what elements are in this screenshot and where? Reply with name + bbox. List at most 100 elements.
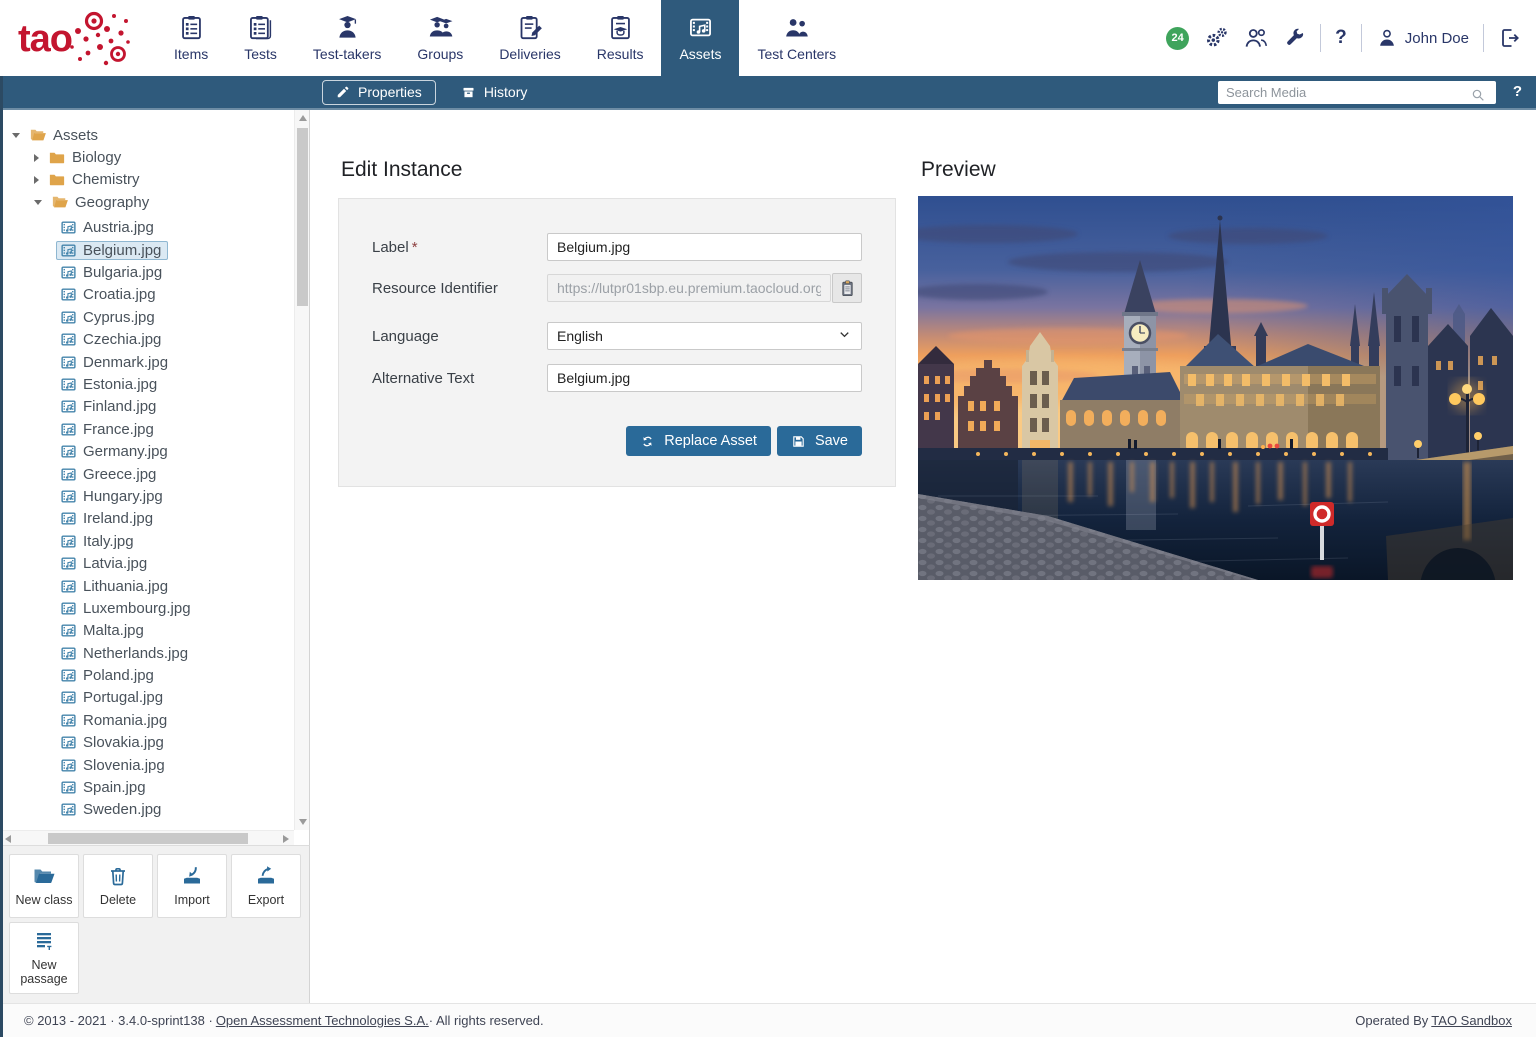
user-menu[interactable]: John Doe bbox=[1376, 27, 1469, 49]
tree-item-portugal[interactable]: Portugal.jpg bbox=[6, 687, 294, 709]
tree-item-label: Malta.jpg bbox=[83, 622, 144, 639]
tree-item-finland[interactable]: Finland.jpg bbox=[6, 396, 294, 418]
caret-down-icon[interactable] bbox=[12, 133, 20, 138]
tree-item-sweden[interactable]: Sweden.jpg bbox=[6, 799, 294, 821]
tree-item-estonia[interactable]: Estonia.jpg bbox=[6, 373, 294, 395]
tree-item-biology[interactable]: Biology bbox=[6, 146, 294, 168]
copy-identifier-button[interactable] bbox=[832, 273, 862, 303]
history-label: History bbox=[484, 84, 528, 100]
tree-item-malta[interactable]: Malta.jpg bbox=[6, 620, 294, 642]
properties-label: Properties bbox=[358, 84, 422, 100]
horizontal-scroll-thumb[interactable] bbox=[48, 833, 248, 844]
action-import-button[interactable]: Import bbox=[157, 854, 227, 918]
tree-item-netherlands[interactable]: Netherlands.jpg bbox=[6, 642, 294, 664]
tab-deliveries[interactable]: Deliveries bbox=[481, 0, 578, 76]
form-buttons: Replace Asset Save bbox=[547, 426, 862, 456]
scroll-up-arrow[interactable] bbox=[299, 115, 307, 121]
label-field-label: Label* bbox=[372, 239, 418, 256]
tree-item-poland[interactable]: Poland.jpg bbox=[6, 664, 294, 686]
tree-item-chemistry[interactable]: Chemistry bbox=[6, 169, 294, 191]
user-name: John Doe bbox=[1405, 30, 1469, 47]
help-button[interactable]: ? bbox=[1335, 27, 1347, 49]
caret-right-icon[interactable] bbox=[34, 176, 39, 184]
tree-item-germany[interactable]: Germany.jpg bbox=[6, 440, 294, 462]
footer-org-link[interactable]: Open Assessment Technologies S.A. bbox=[216, 1013, 429, 1028]
passage-icon bbox=[32, 929, 56, 953]
tree-item-croatia[interactable]: Croatia.jpg bbox=[6, 284, 294, 306]
tree-item-luxembourg[interactable]: Luxembourg.jpg bbox=[6, 597, 294, 619]
history-button[interactable]: History bbox=[448, 80, 541, 105]
top-nav: tao ItemsTestsTest-takers Groups Deliverie… bbox=[0, 0, 1536, 76]
svg-text:tao: tao bbox=[18, 18, 72, 60]
tab-assets[interactable]: Assets bbox=[661, 0, 739, 76]
media-file-icon bbox=[60, 242, 77, 259]
tree-item-denmark[interactable]: Denmark.jpg bbox=[6, 351, 294, 373]
folder-open-icon bbox=[29, 126, 47, 144]
tree-item-belgium[interactable]: Belgium.jpg bbox=[6, 239, 294, 261]
tree-item-czechia[interactable]: Czechia.jpg bbox=[6, 329, 294, 351]
tree-item-label: Estonia.jpg bbox=[83, 376, 157, 393]
tree-item-ireland[interactable]: Ireland.jpg bbox=[6, 508, 294, 530]
label-field-input[interactable] bbox=[547, 233, 862, 261]
scroll-down-arrow[interactable] bbox=[299, 819, 307, 825]
action-new-class-button[interactable]: New class bbox=[9, 854, 79, 918]
tab-items[interactable]: Items bbox=[156, 0, 226, 76]
language-select[interactable]: English bbox=[547, 322, 862, 350]
chevron-down-icon bbox=[837, 327, 852, 342]
tree-item-lithuania[interactable]: Lithuania.jpg bbox=[6, 575, 294, 597]
action-delete-button[interactable]: Delete bbox=[83, 854, 153, 918]
tree-item-bulgaria[interactable]: Bulgaria.jpg bbox=[6, 261, 294, 283]
tree-item-romania[interactable]: Romania.jpg bbox=[6, 709, 294, 731]
resource-identifier-input[interactable] bbox=[547, 274, 831, 302]
scroll-left-arrow[interactable] bbox=[5, 835, 11, 843]
action-label: Import bbox=[174, 893, 209, 907]
tree-item-slovakia[interactable]: Slovakia.jpg bbox=[6, 732, 294, 754]
users-icon bbox=[1243, 25, 1269, 51]
caret-down-icon[interactable] bbox=[34, 200, 42, 205]
action-new-passage-button[interactable]: New passage bbox=[9, 922, 79, 994]
notifications-badge[interactable]: 24 bbox=[1166, 27, 1189, 50]
tab-results[interactable]: Results bbox=[579, 0, 662, 76]
tree-item-hungary[interactable]: Hungary.jpg bbox=[6, 485, 294, 507]
scroll-right-arrow[interactable] bbox=[283, 835, 289, 843]
wrench-icon bbox=[1283, 27, 1306, 50]
tab-test-takers[interactable]: Test-takers bbox=[295, 0, 399, 76]
tree-item-slovenia[interactable]: Slovenia.jpg bbox=[6, 754, 294, 776]
footer-operator-link[interactable]: TAO Sandbox bbox=[1431, 1013, 1512, 1028]
tab-test-centers[interactable]: Test Centers bbox=[739, 0, 854, 76]
search-media-input[interactable] bbox=[1218, 81, 1496, 104]
media-file-icon bbox=[60, 533, 77, 550]
tree-item-geography[interactable]: Geography bbox=[6, 191, 294, 213]
clipboard-list-icon bbox=[178, 14, 205, 41]
tree-item-italy[interactable]: Italy.jpg bbox=[6, 530, 294, 552]
tree-horizontal-scrollbar[interactable] bbox=[0, 830, 294, 845]
tab-groups[interactable]: Groups bbox=[399, 0, 481, 76]
tao-logo[interactable]: tao bbox=[18, 8, 136, 68]
tree-item-label: Chemistry bbox=[72, 171, 140, 188]
media-file-icon bbox=[60, 779, 77, 796]
caret-right-icon[interactable] bbox=[34, 154, 39, 162]
divider bbox=[1483, 24, 1484, 52]
tree-item-assets-root[interactable]: Assets bbox=[6, 124, 294, 146]
tree-vertical-scrollbar[interactable] bbox=[294, 110, 309, 830]
tree-item-label: Spain.jpg bbox=[83, 779, 146, 796]
action-export-button[interactable]: Export bbox=[231, 854, 301, 918]
belgium-preview-illustration bbox=[918, 196, 1513, 580]
tab-tests[interactable]: Tests bbox=[226, 0, 295, 76]
replace-asset-button[interactable]: Replace Asset bbox=[626, 426, 771, 456]
media-file-icon bbox=[60, 667, 77, 684]
export-icon bbox=[254, 864, 278, 888]
save-button[interactable]: Save bbox=[777, 426, 862, 456]
tree-item-spain[interactable]: Spain.jpg bbox=[6, 776, 294, 798]
tree-item-greece[interactable]: Greece.jpg bbox=[6, 463, 294, 485]
vertical-scroll-thumb[interactable] bbox=[297, 128, 308, 306]
alternative-text-input[interactable] bbox=[547, 364, 862, 392]
tree-item-latvia[interactable]: Latvia.jpg bbox=[6, 552, 294, 574]
tree-item-label: Sweden.jpg bbox=[83, 801, 161, 818]
tree-item-austria[interactable]: Austria.jpg bbox=[6, 217, 294, 239]
tree-item-cyprus[interactable]: Cyprus.jpg bbox=[6, 306, 294, 328]
tab-label: Groups bbox=[417, 46, 463, 62]
properties-button[interactable]: Properties bbox=[322, 80, 436, 105]
tree-item-france[interactable]: France.jpg bbox=[6, 418, 294, 440]
search-help-button[interactable]: ? bbox=[1513, 83, 1522, 100]
